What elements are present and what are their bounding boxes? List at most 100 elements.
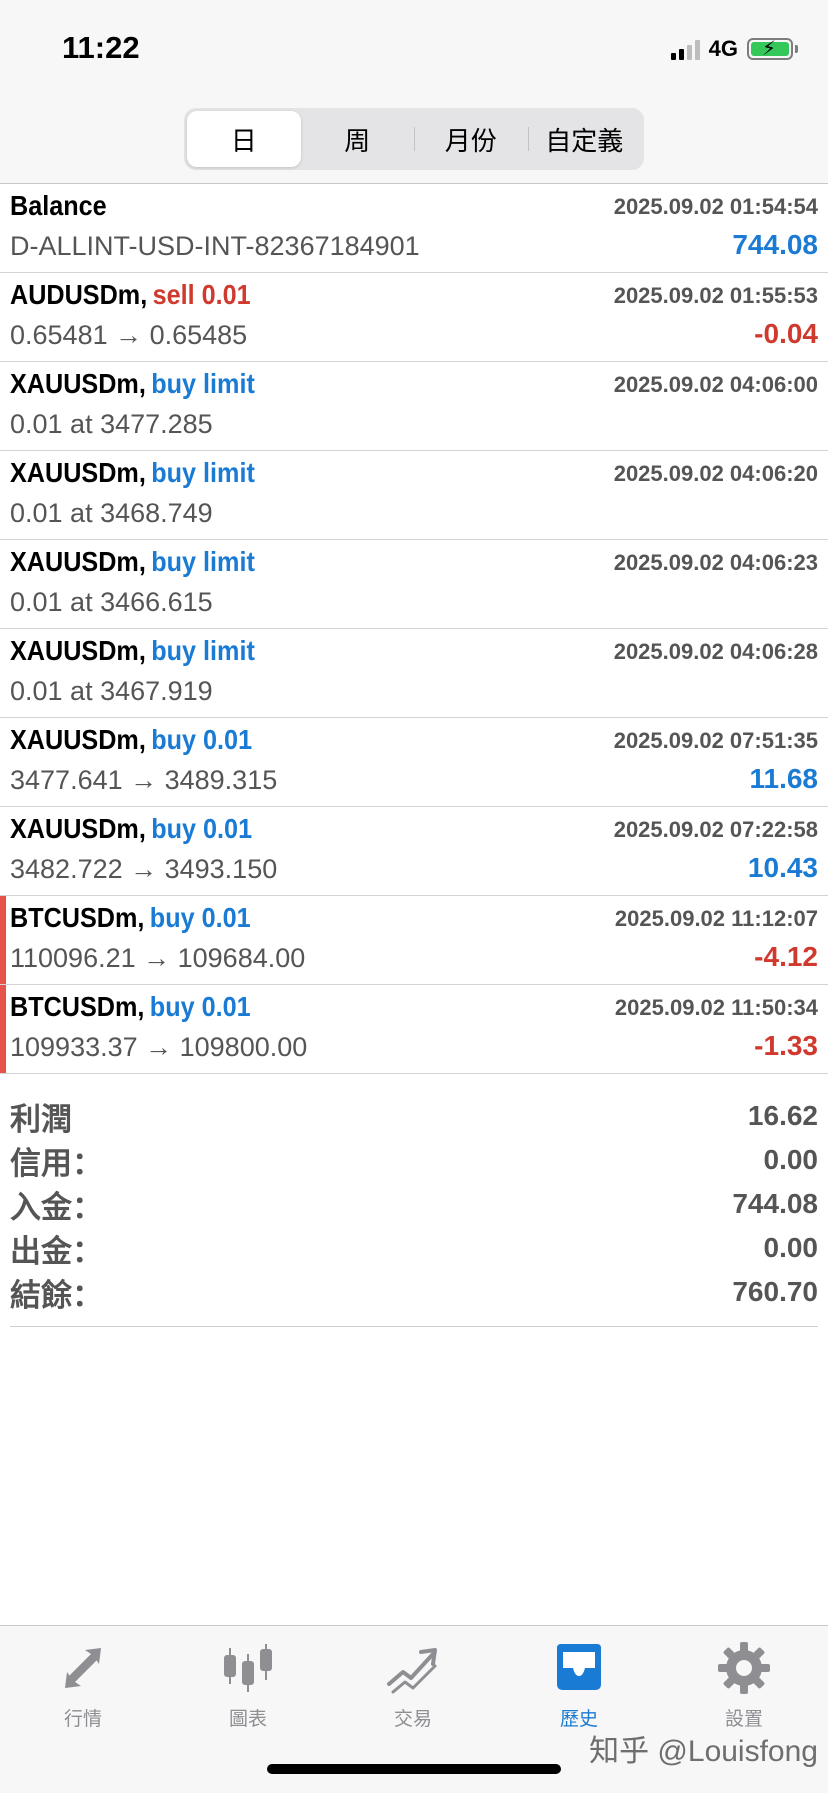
deal-side: buy 0.01 [151, 813, 253, 844]
tab-quotes[interactable]: 行情 [23, 1638, 143, 1731]
summary-value: 744.08 [732, 1188, 818, 1219]
tab-quotes-label: 行情 [63, 1708, 102, 1730]
deal-time: 2025.09.02 07:22:58 [613, 817, 818, 842]
deal-title: XAUUSDm, buy limit [10, 635, 255, 667]
deal-profit: -1.33 [754, 1030, 818, 1061]
deal-time: 2025.09.02 01:55:53 [613, 283, 818, 308]
summary-row: 信用： 0.00 [10, 1138, 818, 1182]
deal-symbol: XAUUSDm, [10, 368, 146, 399]
deal-row[interactable]: BTCUSDm, buy 0.01 2025.09.02 11:12:07 11009… [0, 896, 828, 985]
deal-time: 2025.09.02 04:06:28 [613, 639, 818, 664]
tab-chart[interactable]: 圖表 [188, 1638, 308, 1731]
deal-row[interactable]: XAUUSDm, buy 0.01 2025.09.02 07:51:35 3477.… [0, 718, 828, 807]
deal-title: XAUUSDm, buy limit [10, 546, 255, 578]
summary-row: 結餘： 760.70 [10, 1270, 818, 1314]
status-indicators: 4G ⚡ [670, 36, 798, 62]
status-time: 11:22 [62, 30, 140, 65]
deal-row[interactable]: XAUUSDm, buy limit 2025.09.02 04:06:00 0.01… [0, 362, 828, 451]
period-tab-week[interactable]: 周 [301, 111, 415, 167]
deal-symbol: XAUUSDm, [10, 546, 146, 577]
deal-symbol: XAUUSDm, [10, 813, 146, 844]
history-inbox-icon [557, 1644, 601, 1690]
summary-row: 入金： 744.08 [10, 1182, 818, 1226]
deal-title: BTCUSDm, buy 0.01 [10, 902, 251, 934]
summary-label: 利潤 [10, 1101, 72, 1138]
deal-profit: -4.12 [754, 941, 818, 972]
deal-time: 2025.09.02 01:54:54 [613, 194, 818, 219]
deal-detail: 0.65481 → 0.65485 [10, 320, 248, 350]
period-tab-month[interactable]: 月份 [414, 111, 528, 167]
deal-title: XAUUSDm, buy limit [10, 368, 255, 400]
deal-profit: 744.08 [732, 229, 818, 260]
deal-symbol: XAUUSDm, [10, 457, 146, 488]
deal-detail: 0.01 at 3467.919 [10, 676, 213, 706]
summary-row: 利潤 16.62 [10, 1094, 818, 1138]
deal-side: buy limit [151, 546, 255, 577]
deal-symbol: BTCUSDm, [10, 902, 145, 933]
deal-side: sell 0.01 [152, 279, 251, 310]
deal-detail: 3482.722 → 3493.150 [10, 854, 278, 884]
deal-symbol: AUDUSDm, [10, 279, 148, 310]
deal-side: buy limit [151, 368, 255, 399]
deal-time: 2025.09.02 04:06:00 [613, 372, 818, 397]
deal-detail: D-ALLINT-USD-INT-82367184901 [10, 231, 420, 261]
trade-trend-icon [387, 1648, 437, 1694]
deal-title: XAUUSDm, buy 0.01 [10, 813, 252, 845]
deal-title: XAUUSDm, buy 0.01 [10, 724, 252, 756]
deal-row[interactable]: BTCUSDm, buy 0.01 2025.09.02 11:50:34 10993… [0, 985, 828, 1074]
deal-history-list: Balance 2025.09.02 01:54:54 D-ALLINT-USD-I… [0, 184, 828, 1074]
summary-label: 結餘： [10, 1277, 103, 1314]
deal-side: buy 0.01 [149, 991, 251, 1022]
tab-chart-label: 圖表 [228, 1708, 267, 1730]
quotes-arrows-icon [65, 1648, 101, 1688]
tab-history[interactable]: 歷史 [519, 1638, 639, 1731]
deal-side: buy 0.01 [151, 724, 253, 755]
history-summary: 利潤 16.62 信用： 0.00 入金： 744.08 出金： 0.00 結餘： 760.70 [10, 1094, 818, 1327]
deal-row[interactable]: XAUUSDm, buy limit 2025.09.02 04:06:28 0.01… [0, 629, 828, 718]
deal-time: 2025.09.02 11:50:34 [614, 995, 818, 1020]
candlestick-chart-icon [224, 1644, 272, 1692]
tab-trade-label: 交易 [393, 1708, 432, 1730]
deal-row[interactable]: XAUUSDm, buy limit 2025.09.02 04:06:20 0.01… [0, 451, 828, 540]
period-tab-custom[interactable]: 自定義 [527, 111, 642, 167]
deal-time: 2025.09.02 04:06:20 [613, 461, 818, 486]
deal-title: Balance [10, 190, 112, 222]
deal-side: buy limit [151, 457, 255, 488]
deal-profit: 11.68 [749, 763, 818, 794]
deal-symbol: Balance [10, 190, 107, 221]
tab-trade[interactable]: 交易 [353, 1638, 473, 1731]
settings-gear-icon [718, 1642, 770, 1694]
period-tab-day[interactable]: 日 [187, 111, 301, 167]
deal-symbol: BTCUSDm, [10, 991, 145, 1022]
deal-row[interactable]: XAUUSDm, buy limit 2025.09.02 04:06:23 0.01… [0, 540, 828, 629]
deal-symbol: XAUUSDm, [10, 635, 146, 666]
deal-time: 2025.09.02 04:06:23 [613, 550, 818, 575]
summary-row: 出金： 0.00 [10, 1226, 818, 1270]
summary-value: 0.00 [763, 1144, 819, 1175]
deal-detail: 110096.21 → 109684.00 [10, 943, 306, 973]
deal-time: 2025.09.02 11:12:07 [614, 906, 818, 931]
cellular-signal-icon [670, 38, 700, 60]
deal-title: XAUUSDm, buy limit [10, 457, 255, 489]
battery-charging-icon: ⚡ [747, 38, 793, 60]
deal-row[interactable]: XAUUSDm, buy 0.01 2025.09.02 07:22:58 3482.… [0, 807, 828, 896]
watermark: 知乎 @Louisfong [589, 1735, 818, 1768]
summary-value: 0.00 [763, 1232, 819, 1263]
battery-cap [795, 45, 798, 53]
tab-settings[interactable]: 設置 [684, 1638, 804, 1731]
home-indicator[interactable] [267, 1764, 561, 1774]
summary-label: 入金： [10, 1189, 103, 1226]
summary-label: 出金： [10, 1233, 103, 1270]
summary-value: 760.70 [732, 1276, 818, 1307]
deal-detail: 3477.641 → 3489.315 [10, 765, 278, 795]
deal-time: 2025.09.02 07:51:35 [613, 728, 818, 753]
deal-detail: 0.01 at 3477.285 [10, 409, 213, 439]
deal-row[interactable]: AUDUSDm, sell 0.01 2025.09.02 01:55:53 0.65… [0, 273, 828, 362]
period-segmented-control: 日 周 月份 自定義 [184, 108, 644, 170]
deal-side: buy 0.01 [149, 902, 251, 933]
deal-profit: 10.43 [747, 852, 818, 883]
summary-label: 信用： [10, 1145, 103, 1182]
summary-value: 16.62 [747, 1100, 818, 1131]
deal-detail: 0.01 at 3468.749 [10, 498, 213, 528]
deal-row[interactable]: Balance 2025.09.02 01:54:54 D-ALLINT-USD-I… [0, 184, 828, 273]
